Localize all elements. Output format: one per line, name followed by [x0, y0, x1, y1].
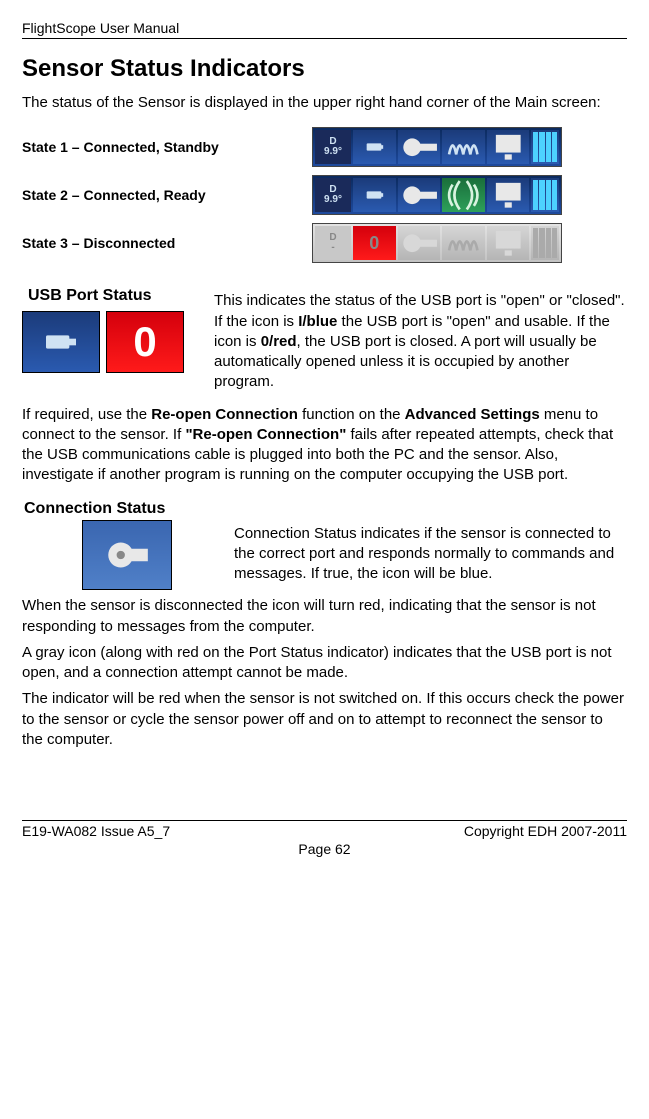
usb-open-icon: [22, 311, 100, 373]
connection-title: Connection Status: [24, 500, 222, 518]
state-label: State 3 – Disconnected: [22, 235, 312, 251]
connection-icon: [398, 130, 441, 164]
page-footer: E19-WA082 Issue A5_7 Copyright EDH 2007-…: [22, 820, 627, 839]
usb-icon-group: 0: [22, 311, 202, 373]
section-heading: Sensor Status Indicators: [22, 55, 627, 83]
document-id: E19-WA082 Issue A5_7: [22, 823, 170, 839]
status-bar-image: D 9.9°: [312, 175, 562, 215]
status-bar-image: D 9.9°: [312, 127, 562, 167]
monitor-icon: [487, 130, 530, 164]
usb-status-icon: [353, 130, 396, 164]
state-row: State 1 – Connected, Standby D 9.9°: [22, 127, 627, 167]
state-label: State 1 – Connected, Standby: [22, 139, 312, 155]
zero-label: 0: [369, 233, 379, 254]
signal-bars-icon: [531, 130, 559, 164]
copyright: Copyright EDH 2007-2011: [464, 823, 627, 839]
connection-icon: [398, 226, 441, 260]
connection-description: Connection Status indicates if the senso…: [234, 524, 627, 585]
states-list: State 1 – Connected, Standby D 9.9°: [22, 127, 627, 263]
connection-plug-icon: [82, 520, 172, 590]
usb-title: USB Port Status: [28, 287, 202, 305]
conn-para-4: The indicator will be red when the senso…: [22, 689, 627, 750]
usb-description: This indicates the status of the USB por…: [214, 291, 627, 392]
usb-closed-icon: 0: [106, 311, 184, 373]
page-header: FlightScope User Manual: [22, 20, 627, 39]
page-number: Page 62: [22, 841, 627, 857]
conn-para-3: A gray icon (along with red on the Port …: [22, 643, 627, 684]
angle-indicator: D 9.9°: [315, 178, 351, 212]
signal-bars-icon: [531, 178, 559, 212]
state-row: State 3 – Disconnected D - 0: [22, 223, 627, 263]
wave-icon: [442, 226, 485, 260]
angle-indicator: D -: [315, 226, 351, 260]
wave-icon: [442, 178, 485, 212]
status-bar-image: D - 0: [312, 223, 562, 263]
angle-indicator: D 9.9°: [315, 130, 351, 164]
usb-status-icon: [353, 178, 396, 212]
intro-text: The status of the Sensor is displayed in…: [22, 93, 627, 113]
reopen-description: If required, use the Re-open Connection …: [22, 405, 627, 486]
usb-status-icon: 0: [353, 226, 396, 260]
connection-icon: [398, 178, 441, 212]
monitor-icon: [487, 178, 530, 212]
connection-status-section: Connection Status Connection Status indi…: [22, 500, 627, 591]
manual-title: FlightScope User Manual: [22, 20, 179, 36]
signal-bars-icon: [531, 226, 559, 260]
state-row: State 2 – Connected, Ready D 9.9°: [22, 175, 627, 215]
conn-para-2: When the sensor is disconnected the icon…: [22, 596, 627, 637]
usb-port-status-section: USB Port Status 0 This indicates the sta…: [22, 285, 627, 398]
wave-icon: [442, 130, 485, 164]
state-label: State 2 – Connected, Ready: [22, 187, 312, 203]
monitor-icon: [487, 226, 530, 260]
